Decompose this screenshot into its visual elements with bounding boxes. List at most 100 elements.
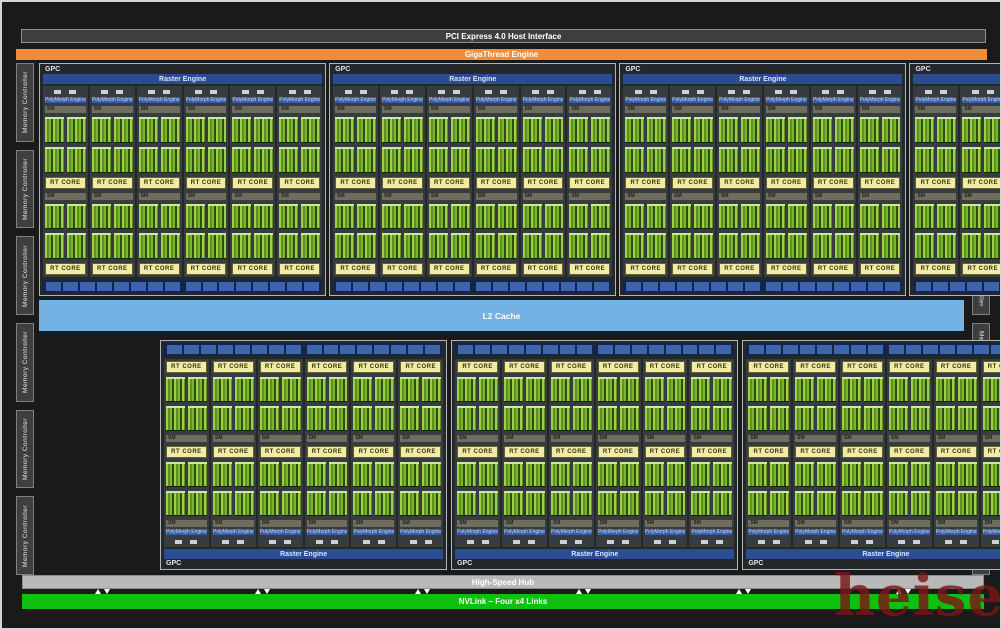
- texture-unit-icon: [241, 90, 249, 94]
- cuda-core-row: [232, 117, 274, 143]
- cuda-core-block: [212, 491, 232, 516]
- raster-engine-bar: Raster Engine: [164, 549, 444, 559]
- texture-unit-icon: [971, 90, 979, 94]
- cuda-core-block: [160, 203, 180, 230]
- texture-unit-icons: [841, 538, 884, 546]
- cuda-core-block: [591, 117, 611, 143]
- cuda-core-block: [207, 203, 227, 230]
- cuda-core-block: [279, 146, 299, 173]
- texture-unit-icon: [175, 540, 183, 544]
- sm-header-bar: SM: [888, 520, 930, 527]
- texture-unit-icons: [503, 538, 546, 546]
- cuda-core-block: [457, 491, 477, 516]
- texture-unit-icon: [331, 540, 338, 544]
- cuda-core-block: [787, 146, 807, 173]
- cuda-core-row: [765, 146, 807, 173]
- sm-header-bar: SM: [795, 435, 837, 442]
- texture-unit-icons: [306, 538, 349, 546]
- rop-unit: [525, 345, 541, 354]
- pci-express-host-interface-bar: PCI Express 4.0 Host Interface: [21, 29, 986, 43]
- texture-unit-icons: [91, 88, 134, 96]
- cuda-core-block: [113, 233, 133, 259]
- sm-header-bar: SM: [935, 520, 977, 527]
- cuda-core-block: [497, 146, 517, 173]
- cuda-core-row: [138, 146, 180, 173]
- polymorph-engine-bar: PolyMorph Engine: [625, 97, 667, 103]
- cuda-core-block: [569, 233, 589, 259]
- cuda-core-row: [382, 203, 423, 230]
- cuda-core-block: [957, 462, 977, 487]
- texture-unit-icon: [101, 90, 109, 94]
- rop-unit: [234, 345, 250, 354]
- gpc-block: RT CORE SM RT CORE SM PolyMorph Engine RT COR…: [742, 340, 1000, 570]
- rop-unit: [711, 282, 727, 291]
- sm-header-bar: SM: [138, 106, 180, 113]
- cuda-core-block: [525, 377, 545, 402]
- cuda-core-row: [232, 203, 274, 230]
- cuda-core-block: [166, 377, 185, 402]
- gpc-row-bottom: RT CORE SM RT CORE SM PolyMorph Engine RT COR…: [160, 340, 1000, 570]
- cuda-core-row: [306, 491, 348, 516]
- cuda-core-block: [881, 203, 901, 230]
- cuda-core-block: [666, 491, 686, 516]
- cuda-core-block: [984, 233, 1000, 259]
- sm-header-bar: SM: [748, 435, 790, 442]
- rop-unit: [867, 282, 883, 291]
- rop-unit: [744, 282, 760, 291]
- cuda-core-block: [91, 233, 111, 259]
- cuda-core-block: [672, 117, 692, 143]
- cuda-core-block: [881, 233, 901, 259]
- cuda-core-block: [740, 117, 760, 143]
- texture-unit-icons: [381, 88, 424, 96]
- rt-core: RT CORE: [765, 176, 807, 189]
- cuda-core-block: [619, 377, 639, 402]
- polymorph-engine-bar: PolyMorph Engine: [504, 529, 545, 535]
- cuda-core-block: [842, 406, 861, 431]
- sm-header-bar: SM: [719, 192, 760, 200]
- rop-unit: [626, 282, 642, 291]
- cuda-core-row: [335, 146, 377, 173]
- rt-core: RT CORE: [962, 263, 1000, 275]
- texture-unit-icon: [513, 540, 521, 544]
- cuda-core-row: [428, 117, 470, 143]
- cuda-core-block: [748, 406, 768, 431]
- cuda-core-block: [770, 462, 790, 487]
- cuda-core-row: [45, 146, 86, 173]
- cuda-core-block: [279, 203, 299, 230]
- cuda-core-row: [259, 462, 301, 487]
- rt-core: RT CORE: [382, 176, 423, 189]
- polymorph-engine-bar: PolyMorph Engine: [915, 97, 957, 103]
- cuda-core-block: [475, 146, 495, 173]
- cuda-core-row: [353, 462, 395, 487]
- polymorph-engine-bar: PolyMorph Engine: [935, 529, 977, 535]
- cuda-core-block: [382, 117, 401, 143]
- cuda-core-block: [859, 203, 879, 230]
- cuda-core-block: [382, 233, 401, 259]
- rt-core: RT CORE: [400, 361, 442, 373]
- cuda-core-row: [306, 406, 348, 431]
- arrow-up-icon: [735, 588, 742, 594]
- cuda-core-row: [812, 203, 854, 230]
- cuda-core-block: [795, 377, 815, 402]
- rt-core: RT CORE: [982, 446, 1000, 458]
- cuda-core-block: [281, 406, 301, 431]
- cuda-core-row: [91, 233, 133, 259]
- memory-controller-bar: Memory Controller: [16, 496, 34, 576]
- texture-unit-icons: [794, 538, 837, 546]
- tpc-column: PolyMorph Engine SM RT CORE SM RT CORE: [230, 86, 276, 277]
- cuda-core-block: [400, 491, 420, 516]
- rop-unit: [96, 282, 112, 291]
- texture-unit-icon: [453, 90, 461, 94]
- polymorph-engine-bar: PolyMorph Engine: [475, 97, 517, 103]
- tpc-column: PolyMorph Engine SM RT CORE SM RT CORE: [763, 86, 809, 277]
- cuda-core-row: [353, 377, 395, 402]
- texture-unit-icons: [212, 538, 255, 546]
- sm-header-bar: SM: [185, 106, 227, 113]
- texture-unit-icon: [884, 90, 892, 94]
- cuda-core-block: [306, 462, 326, 487]
- cuda-core-row: [166, 491, 207, 516]
- sm-header-bar: SM: [504, 435, 545, 442]
- sm-header-bar: SM: [306, 435, 348, 442]
- texture-unit-icon: [195, 90, 202, 94]
- rop-unit: [492, 345, 508, 354]
